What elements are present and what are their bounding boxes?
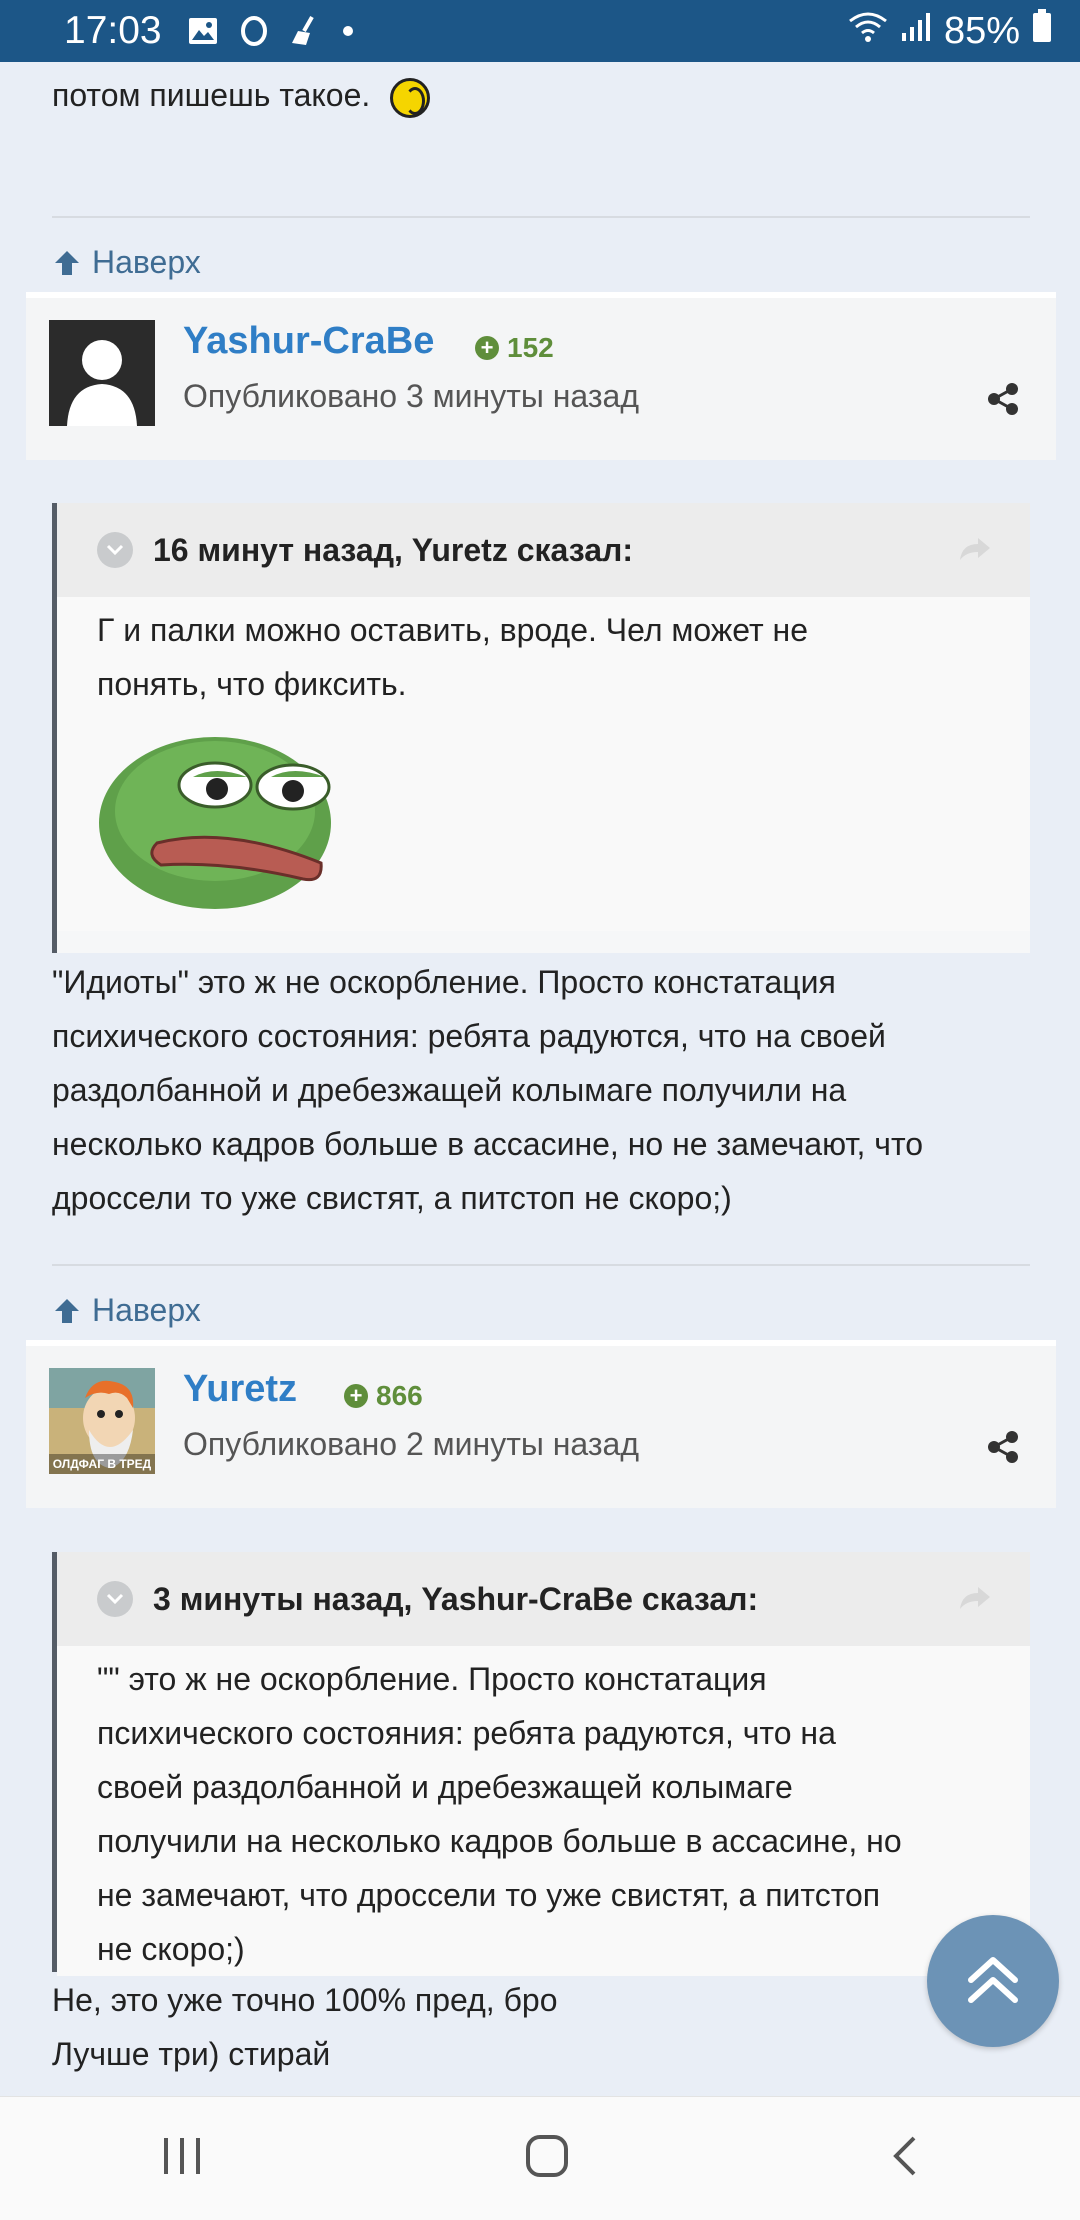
post-body: "Идиоты" это ж не оскорбление. Просто ко… (52, 964, 924, 1216)
reply-arrow-icon[interactable] (958, 1582, 992, 1619)
image-icon (188, 17, 218, 45)
back-to-top-link[interactable]: Наверх (52, 244, 201, 281)
chevron-down-icon[interactable] (97, 1581, 133, 1617)
home-icon (525, 2135, 568, 2177)
battery-icon (1032, 9, 1052, 53)
post-date: Опубликовано 2 минуты назад (183, 1426, 639, 1462)
back-button[interactable] (890, 2134, 920, 2183)
quote-body: "" это ж не оскорбление. Просто констата… (57, 1646, 1030, 1976)
scroll-to-top-button[interactable] (927, 1915, 1059, 2047)
reputation-badge: + 866 (344, 1380, 423, 1412)
quote-block: 3 минуты назад, Yashur-CraBe сказал: "" … (52, 1552, 1030, 1976)
recents-icon (164, 2138, 201, 2174)
status-bar: 17:03 85% (0, 0, 1080, 62)
divider (52, 216, 1030, 218)
post-date: Опубликовано 3 минуты назад (183, 378, 639, 414)
broom-icon (290, 15, 320, 47)
arrow-up-icon (55, 250, 79, 275)
quote-block: 16 минут назад, Yuretz сказал: Г и палки… (52, 503, 1030, 953)
circle-icon (240, 15, 268, 47)
chevron-down-icon[interactable] (97, 532, 133, 568)
back-to-top-link[interactable]: Наверх (52, 1292, 201, 1329)
back-icon (892, 2136, 916, 2176)
author-name[interactable]: Yuretz (183, 1368, 297, 1411)
quote-header: 3 минуты назад, Yashur-CraBe сказал: (57, 1552, 1030, 1646)
plus-icon: + (475, 336, 499, 360)
quote-header: 16 минут назад, Yuretz сказал: (57, 503, 1030, 597)
wifi-icon (848, 10, 888, 53)
reputation-badge: + 152 (475, 332, 554, 364)
avatar[interactable] (49, 320, 155, 426)
double-chevron-up-icon (968, 1957, 1018, 2003)
share-icon[interactable] (986, 1430, 1020, 1469)
status-time: 17:03 (64, 9, 162, 52)
avatar[interactable]: ОЛДФАГ В ТРЕД (49, 1368, 155, 1474)
emoji-icon (390, 77, 431, 118)
system-nav-bar (0, 2096, 1080, 2220)
quote-body: Г и палки можно оставить, вроде. Чел мож… (57, 597, 1030, 931)
post-body: Не, это уже точно 100% пред, бро Лучше т… (52, 1982, 558, 2072)
battery-percentage: 85% (943, 9, 1020, 52)
divider (52, 1264, 1030, 1266)
previous-post-text: потом пишешь такое. (52, 68, 431, 122)
author-name[interactable]: Yashur-CraBe (183, 320, 434, 363)
recent-apps-button[interactable] (160, 2136, 204, 2181)
avatar-caption: ОЛДФАГ В ТРЕД (52, 1457, 152, 1471)
post-header: ОЛДФАГ В ТРЕД Yuretz + 866 Опубликовано … (26, 1340, 1056, 1508)
home-button[interactable] (525, 2134, 569, 2183)
pepe-sticker-image (97, 715, 990, 931)
arrow-up-icon (55, 1298, 79, 1323)
post-header: Yashur-CraBe + 152 Опубликовано 3 минуты… (26, 292, 1056, 460)
share-icon[interactable] (986, 382, 1020, 421)
signal-icon (900, 10, 932, 53)
plus-icon: + (344, 1384, 368, 1408)
dot-icon (342, 25, 354, 37)
reply-arrow-icon[interactable] (958, 533, 992, 570)
